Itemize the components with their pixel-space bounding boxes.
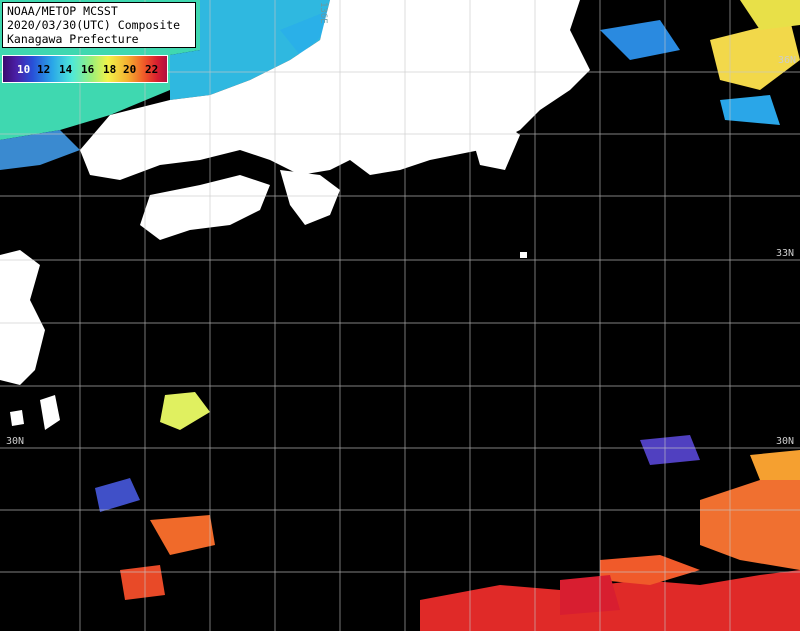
- lat-label-36n: 36N: [778, 55, 797, 66]
- sst-map: NOAA/METOP MCSST 2020/03/30(UTC) Composi…: [0, 0, 800, 631]
- color-scale-legend: 10 12 14 16 18 20 22: [2, 55, 168, 83]
- map-canvas: [0, 0, 800, 631]
- title-line-2: 2020/03/30(UTC) Composite: [7, 18, 181, 32]
- sst-patch-mid: [160, 392, 210, 430]
- title-box: NOAA/METOP MCSST 2020/03/30(UTC) Composi…: [2, 2, 196, 48]
- lat-label-30n-right: 30N: [776, 436, 795, 447]
- scale-label-18: 18: [103, 63, 117, 76]
- land-shikoku: [140, 175, 270, 240]
- title-line-1: NOAA/METOP MCSST: [7, 4, 118, 18]
- scale-label-12: 12: [37, 63, 51, 76]
- land-kyushu: [0, 250, 45, 385]
- scale-label-20: 20: [123, 63, 137, 76]
- lat-label-30n-left: 30N: [6, 436, 25, 447]
- land-tanegashima: [40, 395, 60, 430]
- scale-label-16: 16: [81, 63, 95, 76]
- scale-label-22: 22: [145, 63, 159, 76]
- scale-label-10: 10: [17, 63, 31, 76]
- land-kii: [280, 170, 340, 225]
- lon-label-136e: 136E: [318, 2, 328, 24]
- title-line-3: Kanagawa Prefecture: [7, 32, 139, 46]
- scale-label-14: 14: [59, 63, 73, 76]
- lat-label-33n: 33N: [776, 248, 795, 259]
